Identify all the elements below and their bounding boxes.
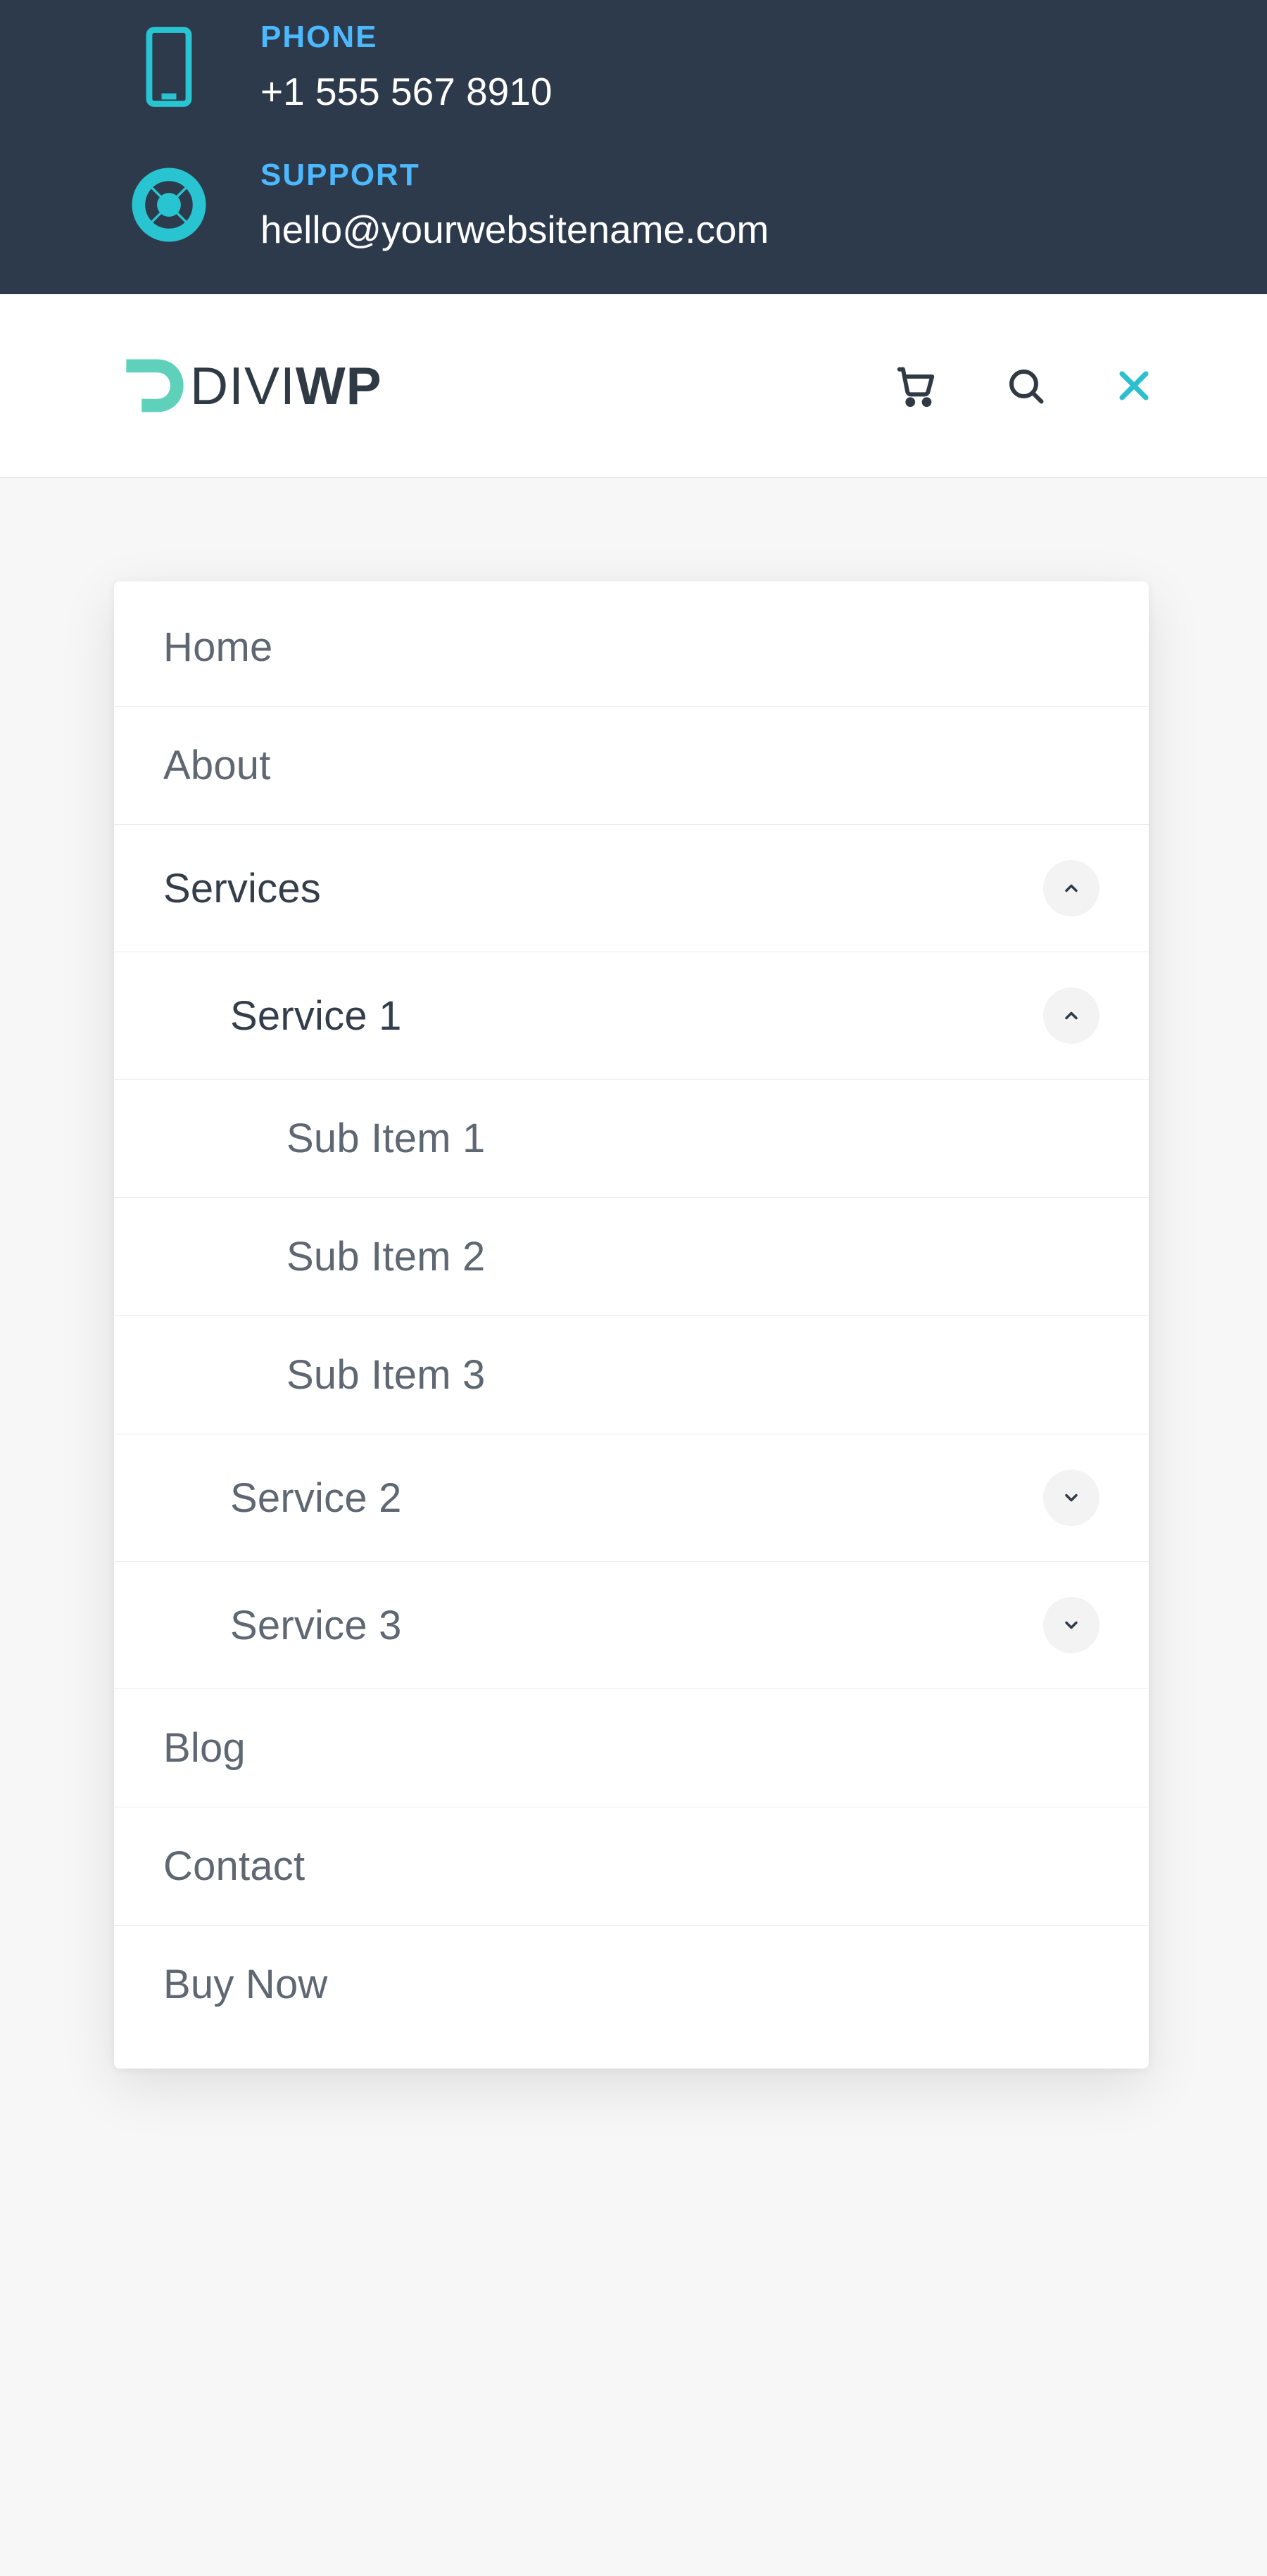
topbar-phone-text: PHONE +1 555 567 8910	[260, 20, 552, 114]
top-info-bar: PHONE +1 555 567 8910 SUPPORT hello@your…	[0, 0, 1267, 294]
menu-item-blog[interactable]: Blog	[114, 1688, 1149, 1807]
phone-icon	[127, 25, 211, 109]
logo-d-icon	[120, 351, 190, 421]
close-icon[interactable]	[1114, 365, 1154, 406]
mobile-menu-panel: Home About Services Service 1 Sub Item 1…	[114, 581, 1149, 2069]
menu-label: Service 1	[230, 992, 402, 1040]
menu-item-sub3[interactable]: Sub Item 3	[114, 1315, 1149, 1434]
topbar-support-text: SUPPORT hello@yourwebsitename.com	[260, 158, 769, 252]
site-logo[interactable]: DIVIWP	[120, 351, 382, 421]
menu-label: Contact	[163, 1843, 305, 1890]
logo-text-part1: DIVI	[190, 356, 296, 415]
logo-text-part2: WP	[296, 356, 382, 415]
menu-item-service3[interactable]: Service 3	[114, 1561, 1149, 1688]
site-header: DIVIWP	[0, 294, 1267, 478]
chevron-up-icon[interactable]	[1043, 987, 1099, 1044]
menu-label: Sub Item 3	[286, 1351, 485, 1399]
menu-label: About	[163, 742, 271, 789]
menu-label: Home	[163, 624, 273, 671]
header-actions	[894, 364, 1154, 408]
menu-item-sub2[interactable]: Sub Item 2	[114, 1197, 1149, 1315]
menu-label: Sub Item 2	[286, 1233, 485, 1280]
phone-label: PHONE	[260, 20, 552, 55]
search-icon[interactable]	[1004, 365, 1047, 407]
menu-item-service1[interactable]: Service 1	[114, 952, 1149, 1079]
submenu-services: Service 1 Sub Item 1 Sub Item 2 Sub Item…	[114, 952, 1149, 1688]
menu-item-home[interactable]: Home	[114, 588, 1149, 706]
chevron-down-icon[interactable]	[1043, 1470, 1099, 1526]
topbar-support-row: SUPPORT hello@yourwebsitename.com	[0, 158, 1267, 252]
cart-icon[interactable]	[894, 364, 938, 408]
support-label: SUPPORT	[260, 158, 769, 193]
menu-item-sub1[interactable]: Sub Item 1	[114, 1079, 1149, 1197]
menu-label: Services	[163, 865, 321, 912]
logo-text: DIVIWP	[190, 355, 382, 416]
menu-item-buynow[interactable]: Buy Now	[114, 1925, 1149, 2043]
menu-item-services[interactable]: Services	[114, 824, 1149, 952]
menu-label: Service 2	[230, 1475, 402, 1522]
menu-item-about[interactable]: About	[114, 706, 1149, 824]
support-value[interactable]: hello@yourwebsitename.com	[260, 207, 769, 252]
menu-label: Blog	[163, 1724, 246, 1772]
menu-label: Service 3	[230, 1602, 402, 1649]
topbar-phone-row: PHONE +1 555 567 8910	[0, 20, 1267, 114]
menu-label: Buy Now	[163, 1961, 328, 2008]
menu-label: Sub Item 1	[286, 1115, 485, 1162]
chevron-up-icon[interactable]	[1043, 860, 1099, 916]
submenu-service1: Sub Item 1 Sub Item 2 Sub Item 3	[114, 1079, 1149, 1434]
chevron-down-icon[interactable]	[1043, 1597, 1099, 1653]
phone-value[interactable]: +1 555 567 8910	[260, 69, 552, 114]
menu-item-contact[interactable]: Contact	[114, 1807, 1149, 1925]
support-icon	[127, 163, 211, 247]
menu-item-service2[interactable]: Service 2	[114, 1434, 1149, 1561]
